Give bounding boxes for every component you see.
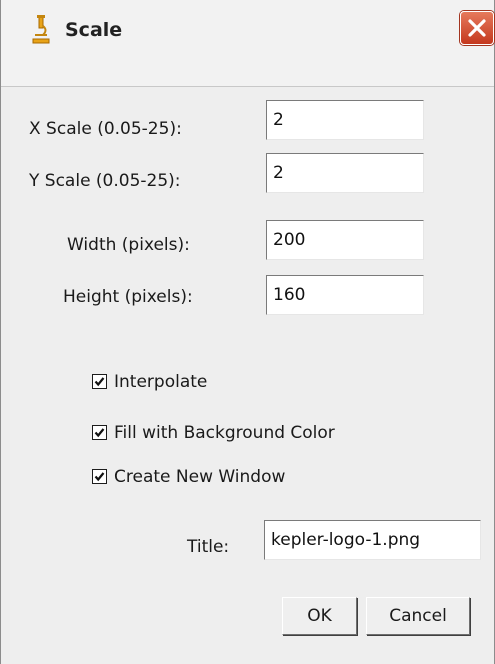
checkmark-icon [94,472,105,482]
ok-button[interactable]: OK [282,597,357,635]
height-input[interactable] [266,275,424,315]
y-scale-input[interactable] [266,153,424,193]
microscope-icon [31,14,51,44]
height-label: Height (pixels): [63,287,193,307]
cancel-button[interactable]: Cancel [366,597,470,635]
create-new-window-option[interactable]: Create New Window [92,466,372,488]
window-title: Scale [65,19,123,41]
width-label: Width (pixels): [67,235,190,255]
fill-background-label: Fill with Background Color [114,423,335,443]
close-button[interactable] [460,11,494,45]
title-bar[interactable]: Scale [1,0,494,87]
title-label: Title: [187,537,230,557]
y-scale-label: Y Scale (0.05-25): [29,171,181,191]
checkmark-icon [94,377,105,387]
title-input[interactable] [264,520,481,560]
x-scale-label: X Scale (0.05-25): [29,119,182,139]
interpolate-option[interactable]: Interpolate [92,371,342,393]
create-new-window-checkbox[interactable] [92,469,107,484]
interpolate-checkbox[interactable] [92,374,107,389]
fill-background-option[interactable]: Fill with Background Color [92,422,432,444]
x-scale-input[interactable] [266,100,424,140]
checkmark-icon [94,428,105,438]
width-input[interactable] [266,220,424,260]
scale-dialog: Scale X Scale (0.05-25): Y Scale (0.05-2… [0,0,495,664]
fill-background-checkbox[interactable] [92,425,107,440]
create-new-window-label: Create New Window [114,467,286,487]
interpolate-label: Interpolate [114,372,208,392]
